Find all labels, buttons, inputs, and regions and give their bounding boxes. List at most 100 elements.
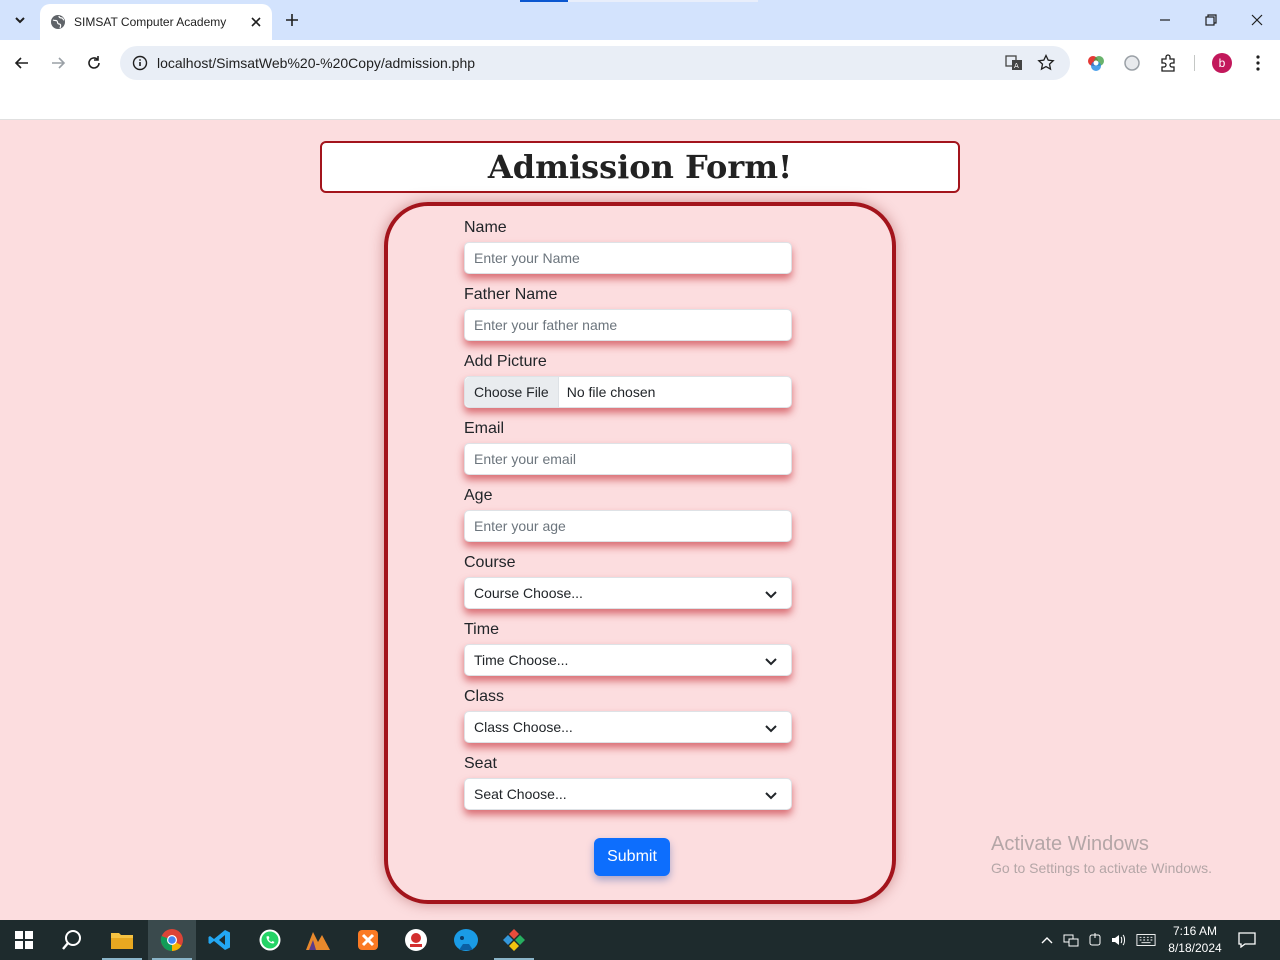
url-text[interactable]: localhost/SimsatWeb%20-%20Copy/admission…: [157, 55, 475, 71]
email-label: Email: [464, 420, 505, 437]
activate-windows-watermark: Activate Windows Go to Settings to activ…: [991, 833, 1212, 876]
chevron-down-icon: [763, 586, 779, 602]
time-label: Time: [464, 621, 499, 638]
more-menu-icon[interactable]: [1246, 51, 1270, 75]
forward-arrow-icon: [52, 57, 66, 69]
name-field-group: Name Enter your Name: [464, 218, 792, 274]
father-name-label: Father Name: [464, 286, 558, 303]
time-field-group: Time Time Choose...: [464, 620, 792, 676]
name-input[interactable]: Enter your Name: [464, 242, 792, 274]
taskbar-chrome[interactable]: [148, 920, 196, 960]
tab-search-button[interactable]: [8, 8, 32, 32]
volume-icon[interactable]: [1109, 930, 1129, 950]
folder-icon: [111, 933, 133, 949]
tab-strip-indicator-track: [568, 0, 758, 2]
network-icon[interactable]: [1061, 930, 1081, 950]
color-extension-icon[interactable]: [1084, 51, 1108, 75]
page-title: Admission Form!: [487, 148, 793, 186]
time-select[interactable]: Time Choose...: [464, 644, 792, 676]
search-icon: [62, 930, 81, 950]
course-select-value: Course Choose...: [474, 585, 583, 601]
address-bar[interactable]: localhost/SimsatWeb%20-%20Copy/admission…: [120, 46, 1070, 80]
class-label: Class: [464, 688, 505, 705]
star-icon[interactable]: [1034, 51, 1058, 75]
translate-icon[interactable]: A: [1002, 51, 1026, 75]
site-info-icon[interactable]: [128, 51, 152, 75]
globe-icon: [50, 14, 66, 30]
minimize-icon: [1160, 19, 1170, 21]
bookmark-bar: [0, 86, 1280, 120]
browser-tab-bar: SIMSAT Computer Academy: [0, 0, 1280, 40]
keyboard-icon[interactable]: [1136, 930, 1156, 950]
chevron-down-icon: [763, 787, 779, 803]
class-field-group: Class Class Choose...: [464, 687, 792, 743]
watermark-subtitle: Go to Settings to activate Windows.: [991, 860, 1212, 876]
browser-tab[interactable]: SIMSAT Computer Academy: [40, 4, 272, 40]
name-label: Name: [464, 219, 507, 236]
email-field-group: Email Enter your email: [464, 419, 792, 475]
page-content: Admission Form! Name Enter your Name Fat…: [0, 121, 1280, 920]
taskbar-whatsapp[interactable]: [246, 920, 294, 960]
taskbar-vscode[interactable]: [196, 920, 244, 960]
father-name-field-group: Father Name Enter your father name: [464, 285, 792, 341]
extension-icon[interactable]: [1120, 51, 1144, 75]
battery-plug-icon[interactable]: [1085, 930, 1105, 950]
taskbar-app[interactable]: [392, 920, 440, 960]
taskbar-file-explorer[interactable]: [98, 920, 146, 960]
seat-select[interactable]: Seat Choose...: [464, 778, 792, 810]
app-icon: [405, 929, 427, 951]
taskbar-app[interactable]: [294, 920, 342, 960]
notification-icon[interactable]: [1237, 930, 1257, 950]
picture-file-input[interactable]: Choose File No file chosen: [464, 376, 792, 408]
taskbar-app[interactable]: [490, 920, 538, 960]
seat-select-value: Seat Choose...: [474, 786, 567, 802]
age-label: Age: [464, 487, 493, 504]
restore-button[interactable]: [1199, 8, 1223, 32]
watermark-title: Activate Windows: [991, 833, 1149, 855]
age-input[interactable]: Enter your age: [464, 510, 792, 542]
father-name-input[interactable]: Enter your father name: [464, 309, 792, 341]
chevron-up-icon[interactable]: [1037, 930, 1057, 950]
file-status-text: No file chosen: [566, 384, 656, 400]
tab-title: SIMSAT Computer Academy: [74, 15, 227, 29]
taskbar-xampp[interactable]: [344, 920, 392, 960]
close-icon: [1251, 14, 1263, 26]
picture-field-group: Add Picture Choose File No file chosen: [464, 352, 792, 408]
minimize-button[interactable]: [1153, 8, 1177, 32]
course-field-group: Course Course Choose...: [464, 553, 792, 609]
course-label: Course: [464, 554, 516, 571]
forward-button[interactable]: [46, 51, 70, 75]
profile-avatar[interactable]: b: [1212, 53, 1232, 73]
close-tab-icon[interactable]: [246, 12, 266, 32]
email-input[interactable]: Enter your email: [464, 443, 792, 475]
system-clock[interactable]: 7:16 AM 8/18/2024: [1160, 923, 1230, 957]
tab-strip-indicator: [520, 0, 568, 2]
app-icon: [454, 929, 478, 951]
class-select[interactable]: Class Choose...: [464, 711, 792, 743]
reload-button[interactable]: [82, 51, 106, 75]
time-select-value: Time Choose...: [474, 652, 569, 668]
chrome-icon: [160, 929, 183, 951]
reload-icon: [88, 56, 100, 69]
chevron-down-icon: [763, 720, 779, 736]
taskbar: 7:16 AM 8/18/2024: [0, 920, 1280, 960]
start-button[interactable]: [0, 920, 48, 960]
windows-logo-icon: [15, 931, 33, 949]
taskbar-search-button[interactable]: [48, 920, 96, 960]
course-select[interactable]: Course Choose...: [464, 577, 792, 609]
class-select-value: Class Choose...: [474, 719, 573, 735]
new-tab-button[interactable]: [280, 8, 304, 32]
heading-box: Admission Form!: [320, 141, 960, 193]
choose-file-button[interactable]: Choose File: [465, 377, 559, 407]
restore-icon: [1205, 14, 1217, 26]
vscode-icon: [208, 930, 230, 950]
clock-date: 8/18/2024: [1168, 941, 1222, 955]
close-window-button[interactable]: [1245, 8, 1269, 32]
app-icon: [306, 932, 330, 950]
taskbar-app[interactable]: [442, 920, 490, 960]
submit-button[interactable]: Submit: [594, 838, 670, 876]
plus-icon: [286, 14, 298, 26]
back-button[interactable]: [10, 51, 34, 75]
puzzle-icon[interactable]: [1156, 51, 1180, 75]
app-icon: [503, 929, 525, 951]
